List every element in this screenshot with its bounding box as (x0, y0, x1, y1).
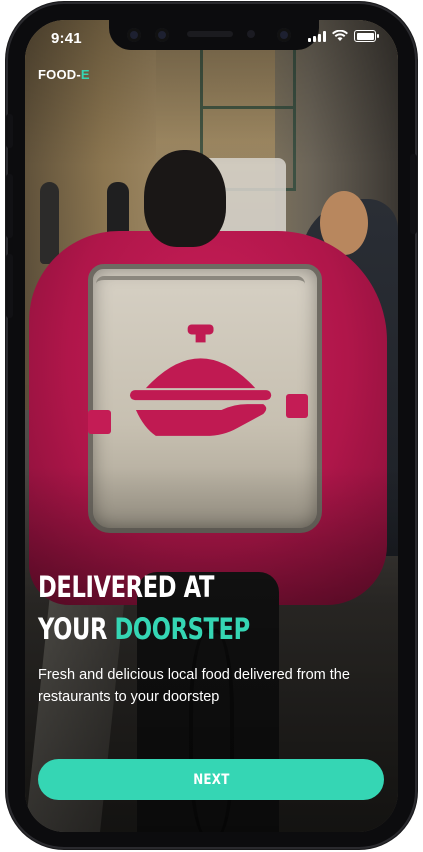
hero-subtitle: Fresh and delicious local food delivered… (38, 667, 350, 705)
brand-logo: FOOD-E (38, 67, 90, 82)
app-screen (25, 20, 398, 832)
next-button[interactable]: NEXT (38, 759, 384, 800)
status-icons (308, 30, 379, 42)
battery-icon (354, 30, 379, 42)
wifi-icon (332, 30, 348, 41)
status-time: 9:41 (51, 30, 82, 47)
power-button (410, 154, 417, 234)
hero-headline: DELIVERED AT YOUR DOORSTEP (38, 566, 250, 650)
mute-switch (6, 114, 13, 148)
headline-line-1: DELIVERED AT (38, 570, 215, 604)
volume-down-button (6, 254, 13, 318)
next-button-label: NEXT (192, 771, 230, 788)
status-bar: 9:41 (25, 20, 398, 56)
signal-icon (308, 30, 326, 42)
volume-up-button (6, 174, 13, 238)
headline-line-2: YOUR DOORSTEP (38, 612, 250, 646)
